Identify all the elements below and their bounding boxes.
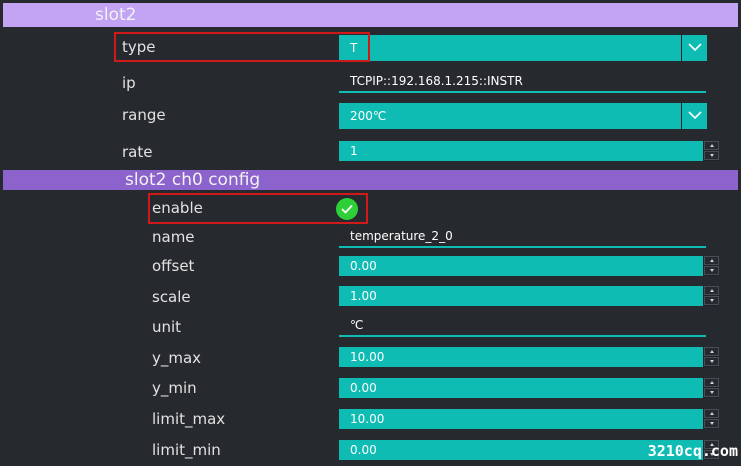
- limit-max-increment-button[interactable]: [704, 409, 719, 418]
- y-min-label: y_min: [152, 379, 197, 397]
- limit-max-label: limit_max: [152, 410, 226, 428]
- scale-label: scale: [152, 288, 191, 306]
- chevron-down-icon: [688, 111, 702, 120]
- type-combobox[interactable]: T: [339, 35, 707, 61]
- scale-spinbox[interactable]: 1.00: [339, 286, 719, 306]
- limit-min-label: limit_min: [152, 441, 221, 459]
- offset-increment-button[interactable]: [704, 256, 719, 265]
- ip-label: ip: [122, 74, 136, 92]
- offset-value: 0.00: [350, 259, 377, 273]
- range-dropdown-button[interactable]: [681, 103, 707, 129]
- y-min-spinbox[interactable]: 0.00: [339, 378, 719, 398]
- limit-max-decrement-button[interactable]: [704, 419, 719, 428]
- channel-config-title: slot2 ch0 config: [125, 170, 261, 190]
- scale-increment-button[interactable]: [704, 286, 719, 295]
- scale-value: 1.00: [350, 289, 377, 303]
- slot-header-title: slot2: [95, 5, 137, 25]
- y-min-value: 0.00: [350, 381, 377, 395]
- type-highlight-box: [114, 32, 370, 62]
- unit-value: ℃: [350, 318, 364, 332]
- rate-decrement-button[interactable]: [704, 151, 719, 160]
- rate-label: rate: [122, 143, 153, 161]
- y-min-increment-button[interactable]: [704, 378, 719, 387]
- slot-header[interactable]: slot2: [3, 3, 738, 27]
- y-min-decrement-button[interactable]: [704, 388, 719, 397]
- offset-spinbox[interactable]: 0.00: [339, 256, 719, 276]
- limit-min-value: 0.00: [350, 443, 377, 457]
- limit-max-value: 10.00: [350, 412, 385, 426]
- channel-config-header[interactable]: slot2 ch0 config: [3, 170, 738, 190]
- range-value: 200℃: [350, 109, 387, 123]
- y-max-value: 10.00: [350, 350, 385, 364]
- y-max-label: y_max: [152, 349, 202, 367]
- y-max-decrement-button[interactable]: [704, 357, 719, 366]
- name-value: temperature_2_0: [350, 229, 453, 243]
- ip-input[interactable]: TCPIP::192.168.1.215::INSTR: [339, 71, 706, 93]
- limit-max-spinbox[interactable]: 10.00: [339, 409, 719, 429]
- y-max-spinbox[interactable]: 10.00: [339, 347, 719, 367]
- range-label: range: [122, 106, 166, 124]
- ip-value: TCPIP::192.168.1.215::INSTR: [350, 74, 523, 88]
- scale-decrement-button[interactable]: [704, 296, 719, 305]
- name-input[interactable]: temperature_2_0: [339, 226, 706, 248]
- enable-highlight-box: [148, 193, 368, 224]
- unit-input[interactable]: ℃: [339, 315, 706, 337]
- rate-increment-button[interactable]: [704, 141, 719, 150]
- range-combobox[interactable]: 200℃: [339, 103, 707, 129]
- rate-value: 1: [350, 144, 358, 158]
- chevron-down-icon: [688, 43, 702, 52]
- unit-label: unit: [152, 318, 182, 336]
- offset-label: offset: [152, 257, 195, 275]
- watermark: 3210cq.com: [647, 442, 738, 460]
- name-label: name: [152, 228, 195, 246]
- y-max-increment-button[interactable]: [704, 347, 719, 356]
- rate-spinbox[interactable]: 1: [339, 141, 719, 161]
- offset-decrement-button[interactable]: [704, 266, 719, 275]
- type-dropdown-button[interactable]: [681, 35, 707, 61]
